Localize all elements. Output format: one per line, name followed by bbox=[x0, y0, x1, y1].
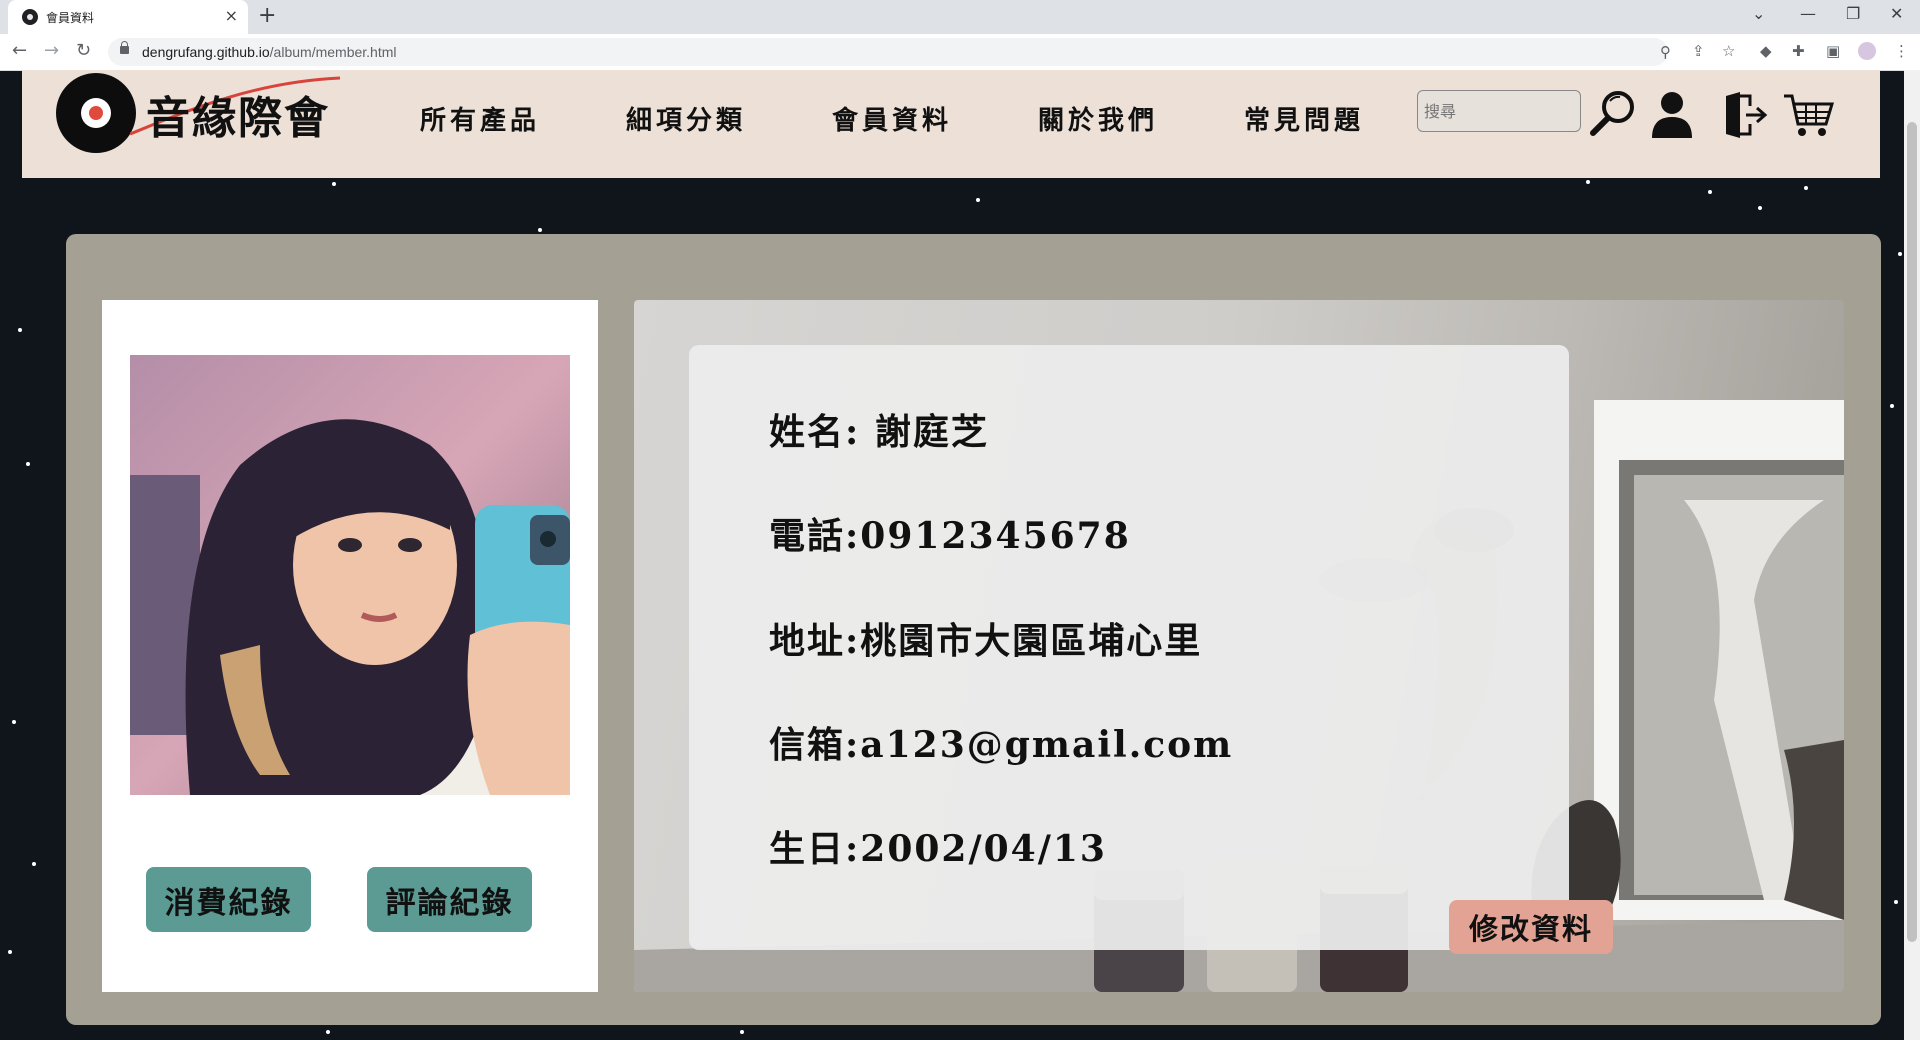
page-scrollbar[interactable] bbox=[1904, 70, 1920, 1040]
search-icon[interactable] bbox=[1588, 88, 1638, 138]
nav-all-products[interactable]: 所有產品 bbox=[420, 100, 540, 137]
side-panel-icon[interactable]: ▣ bbox=[1826, 42, 1840, 60]
profile-icon[interactable] bbox=[1858, 42, 1876, 60]
member-email: 信箱:a123@gmail.com bbox=[769, 724, 1234, 766]
tab-search-chevron-icon[interactable]: ⌄ bbox=[1752, 4, 1765, 23]
back-icon[interactable]: ← bbox=[12, 40, 27, 61]
tab-close-icon[interactable]: × bbox=[225, 6, 238, 25]
profile-card: 消費紀錄 評論紀錄 bbox=[102, 300, 598, 992]
minimize-button[interactable]: — bbox=[1800, 4, 1816, 23]
cart-icon[interactable] bbox=[1782, 92, 1834, 138]
edit-profile-button[interactable]: 修改資料 bbox=[1449, 900, 1613, 954]
bookmark-star-icon[interactable]: ☆ bbox=[1722, 42, 1735, 60]
member-phone: 電話:0912345678 bbox=[769, 515, 1131, 557]
site-logo-text[interactable]: 音緣際會 bbox=[146, 82, 330, 146]
lock-icon[interactable] bbox=[120, 41, 129, 54]
search-input[interactable] bbox=[1417, 90, 1581, 132]
nav-categories[interactable]: 細項分類 bbox=[626, 100, 746, 137]
zoom-icon[interactable]: ⚲ bbox=[1660, 43, 1671, 61]
restore-button[interactable]: ❐ bbox=[1846, 4, 1860, 23]
menu-icon[interactable]: ⋮ bbox=[1894, 42, 1909, 60]
close-window-button[interactable]: ✕ bbox=[1890, 4, 1903, 23]
scrollbar-thumb[interactable] bbox=[1907, 122, 1917, 942]
browser-tab-bar: 會員資料 × + ⌄ — ❐ ✕ bbox=[0, 0, 1920, 34]
tab-title: 會員資料 bbox=[46, 11, 95, 25]
forward-icon[interactable]: → bbox=[44, 40, 59, 61]
extensions-icon[interactable]: ✚ bbox=[1792, 42, 1805, 60]
site-header: 音緣際會 所有產品 細項分類 會員資料 關於我們 常見問題 bbox=[22, 70, 1880, 178]
member-info-card: 姓名: 謝庭芝 電話:0912345678 地址:桃園市大園區埔心里 信箱:a1… bbox=[689, 345, 1613, 954]
vinyl-logo-icon[interactable] bbox=[56, 73, 136, 153]
nav-member-info[interactable]: 會員資料 bbox=[832, 100, 952, 137]
purchase-history-button[interactable]: 消費紀錄 bbox=[146, 867, 311, 932]
nav-faq[interactable]: 常見問題 bbox=[1244, 100, 1364, 137]
browser-toolbar: ← → ↻ dengrufang.github.io/album/member.… bbox=[0, 34, 1920, 71]
member-avatar bbox=[130, 355, 570, 795]
extension-icon[interactable]: ◆ bbox=[1760, 42, 1772, 60]
member-main-card: 消費紀錄 評論紀錄 姓名: 謝庭芝 電話:0912345678 地址:桃園市大園… bbox=[66, 234, 1881, 1025]
review-history-button[interactable]: 評論紀錄 bbox=[367, 867, 532, 932]
nav-about-us[interactable]: 關於我們 bbox=[1038, 100, 1158, 137]
member-birthday: 生日:2002/04/13 bbox=[769, 828, 1107, 870]
member-name: 姓名: 謝庭芝 bbox=[769, 411, 989, 453]
member-address: 地址:桃園市大園區埔心里 bbox=[769, 620, 1203, 662]
url-text[interactable]: dengrufang.github.io/album/member.html bbox=[142, 44, 397, 60]
new-tab-button[interactable]: + bbox=[258, 3, 276, 28]
logout-icon[interactable] bbox=[1722, 92, 1768, 138]
tab-favicon-icon bbox=[22, 9, 38, 25]
member-info-panel: 姓名: 謝庭芝 電話:0912345678 地址:桃園市大園區埔心里 信箱:a1… bbox=[634, 300, 1844, 992]
user-icon[interactable] bbox=[1650, 90, 1694, 140]
address-bar[interactable]: dengrufang.github.io/album/member.html ⚲ bbox=[108, 38, 1671, 66]
browser-tab[interactable]: 會員資料 × bbox=[8, 0, 248, 34]
reload-icon[interactable]: ↻ bbox=[76, 40, 91, 61]
share-icon[interactable]: ⇪ bbox=[1692, 42, 1705, 60]
